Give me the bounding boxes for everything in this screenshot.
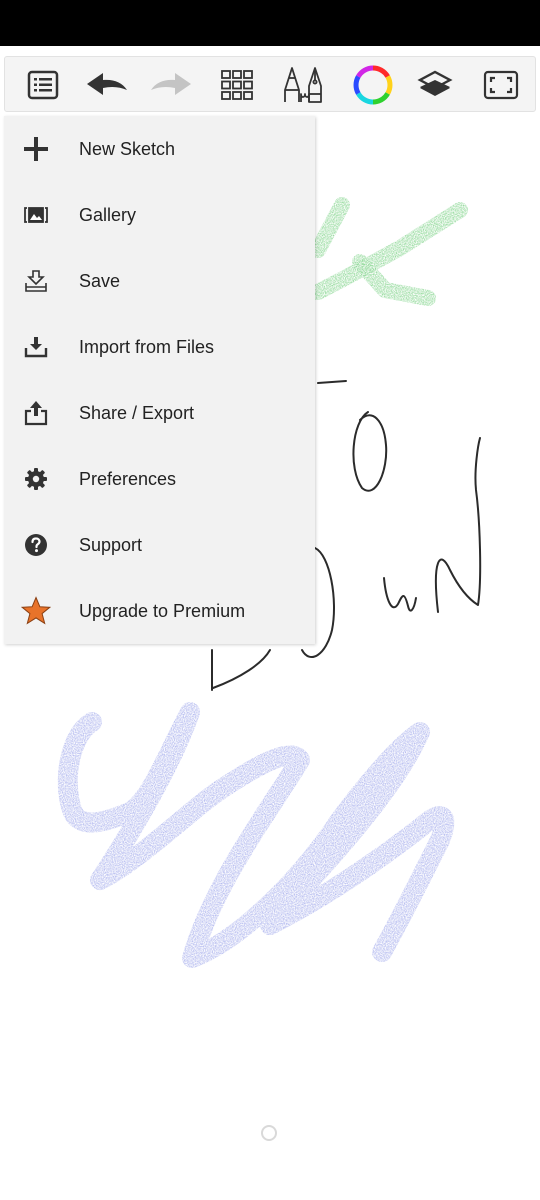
menu-item-upgrade-premium[interactable]: Upgrade to Premium [4,578,315,644]
home-indicator[interactable] [261,1125,277,1141]
menu-item-label: New Sketch [79,138,176,159]
brush-library-grid-icon [221,70,253,100]
main-menu: New Sketch Gallery Save Import from File… [4,116,315,644]
undo-icon [87,73,127,95]
menu-item-support[interactable]: Support [4,512,315,578]
help-icon [20,529,52,561]
brush-tools-icon [284,67,322,103]
undo-button[interactable] [83,61,131,109]
status-bar [0,0,540,46]
menu-item-save[interactable]: Save [4,248,315,314]
gallery-icon [20,199,52,231]
share-icon [20,397,52,429]
redo-icon [151,73,191,95]
menu-list-icon [27,70,59,100]
menu-item-gallery[interactable]: Gallery [4,182,315,248]
star-icon [20,595,52,627]
layers-icon [417,70,453,96]
menu-item-preferences[interactable]: Preferences [4,446,315,512]
import-icon [20,331,52,363]
layers-button[interactable] [411,61,459,109]
menu-item-label: Share / Export [79,402,195,423]
green-crayon-strokes [310,197,468,306]
fullscreen-button[interactable] [477,61,525,109]
menu-item-label: Upgrade to Premium [79,600,246,621]
gear-icon [20,463,52,495]
menu-item-import[interactable]: Import from Files [4,314,315,380]
menu-item-label: Support [79,534,143,555]
redo-button[interactable] [147,61,195,109]
fullscreen-icon [483,70,519,100]
menu-item-share-export[interactable]: Share / Export [4,380,315,446]
menu-item-label: Save [79,270,121,291]
top-toolbar [4,56,536,112]
plus-icon [20,133,52,165]
menu-item-label: Gallery [79,204,137,225]
menu-button[interactable] [19,61,67,109]
menu-item-new-sketch[interactable]: New Sketch [4,116,315,182]
save-icon [20,265,52,297]
color-wheel-icon [353,65,393,105]
brush-tools-button[interactable] [279,61,327,109]
color-picker-button[interactable] [349,61,397,109]
menu-item-label: Import from Files [79,336,215,357]
blue-crayon-scribble [57,702,455,968]
menu-item-label: Preferences [79,468,177,489]
brush-library-button[interactable] [213,61,261,109]
